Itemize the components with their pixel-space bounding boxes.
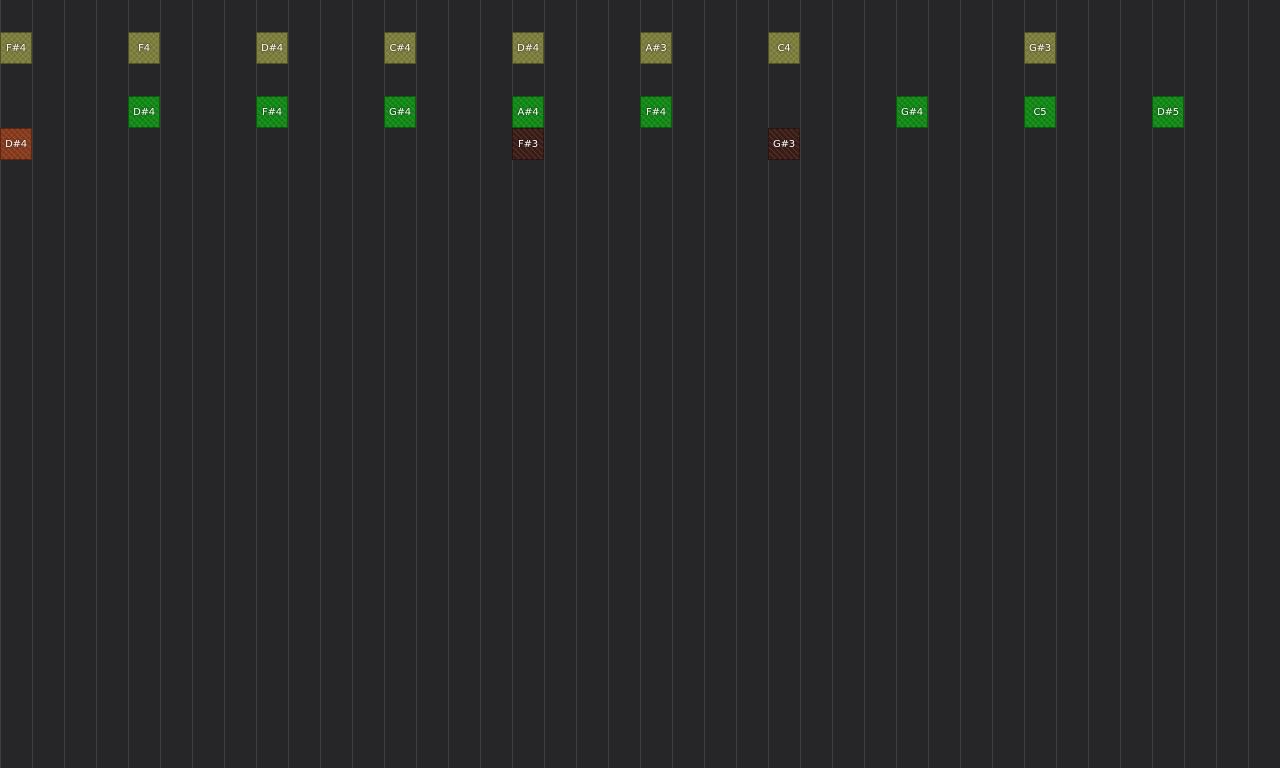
note-block[interactable]: G#3 bbox=[768, 128, 800, 160]
note-block[interactable]: F#4 bbox=[640, 96, 672, 128]
note-block[interactable]: C5 bbox=[1024, 96, 1056, 128]
note-block[interactable]: D#4 bbox=[0, 128, 32, 160]
note-label: F#4 bbox=[262, 106, 282, 118]
note-block[interactable]: D#4 bbox=[128, 96, 160, 128]
note-label: D#4 bbox=[133, 106, 155, 118]
note-block[interactable]: C4 bbox=[768, 32, 800, 64]
note-label: C5 bbox=[1033, 106, 1047, 118]
note-label: F#4 bbox=[6, 42, 26, 54]
note-label: A#4 bbox=[517, 106, 539, 118]
note-label: C4 bbox=[777, 42, 791, 54]
note-label: D#4 bbox=[517, 42, 539, 54]
note-block[interactable]: F#4 bbox=[256, 96, 288, 128]
note-block[interactable]: F#4 bbox=[0, 32, 32, 64]
sequencer-grid[interactable]: F#4 F4 D#4 C#4 D#4 A#3 C4 G#3 D#4 F#4 G#4 A#4 F#4 G#4… bbox=[0, 0, 1280, 768]
note-block[interactable]: D#4 bbox=[512, 32, 544, 64]
note-block[interactable]: G#3 bbox=[1024, 32, 1056, 64]
note-label: G#4 bbox=[389, 106, 411, 118]
note-label: D#4 bbox=[261, 42, 283, 54]
note-block[interactable]: A#4 bbox=[512, 96, 544, 128]
note-label: C#4 bbox=[389, 42, 411, 54]
note-label: D#4 bbox=[5, 138, 27, 150]
note-block[interactable]: D#4 bbox=[256, 32, 288, 64]
note-block[interactable]: C#4 bbox=[384, 32, 416, 64]
note-label: F4 bbox=[138, 42, 150, 54]
note-block[interactable]: D#5 bbox=[1152, 96, 1184, 128]
note-label: G#3 bbox=[773, 138, 795, 150]
note-block[interactable]: G#4 bbox=[384, 96, 416, 128]
note-block[interactable]: F#3 bbox=[512, 128, 544, 160]
note-block[interactable]: G#4 bbox=[896, 96, 928, 128]
note-label: G#3 bbox=[1029, 42, 1051, 54]
note-label: G#4 bbox=[901, 106, 923, 118]
note-block[interactable]: A#3 bbox=[640, 32, 672, 64]
note-label: D#5 bbox=[1157, 106, 1179, 118]
note-label: F#4 bbox=[646, 106, 666, 118]
note-block[interactable]: F4 bbox=[128, 32, 160, 64]
note-label: A#3 bbox=[645, 42, 667, 54]
note-label: F#3 bbox=[518, 138, 538, 150]
